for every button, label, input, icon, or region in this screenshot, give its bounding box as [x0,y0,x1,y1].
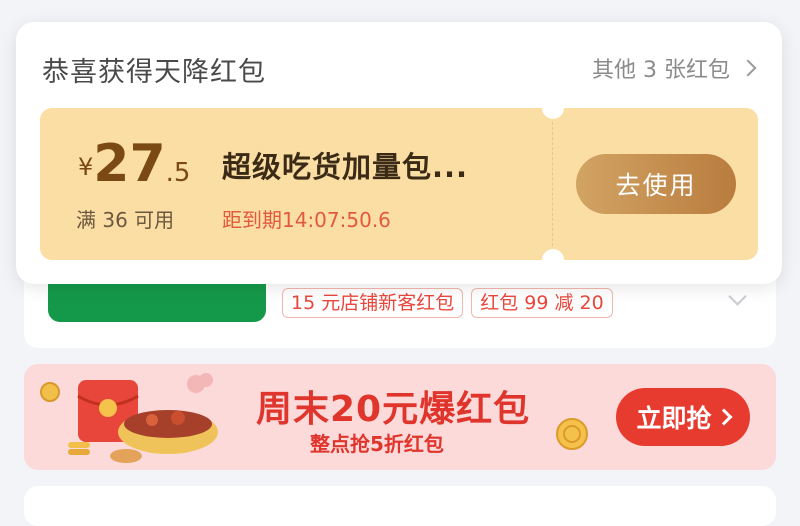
coupon-amount: ¥27.5 [78,134,190,194]
coin-icon [556,418,588,450]
coupon-card[interactable]: ¥27.5 满 36 可用 超级吃货加量包... 距到期14:07:50.6 去… [40,108,758,260]
coupon-divider [552,122,553,246]
chevron-right-icon [739,59,757,77]
chicken-leg-icon [110,449,142,463]
promo-title: 周末20元爆红包 [256,389,531,430]
currency-symbol: ¥ [78,153,94,181]
store-tag-discount: 红包 99 减 20 [471,288,613,318]
other-red-packets-label: 其他 3 张红包 [592,58,730,83]
amount-decimal: .5 [165,158,191,188]
popup-title: 恭喜获得天降红包 [42,57,266,88]
coupon-name: 超级吃货加量包... [222,150,469,184]
grab-now-button[interactable]: 立即抢 [616,388,750,446]
coin-icon [40,382,60,402]
use-coupon-button[interactable]: 去使用 [576,154,736,214]
amount-integer: 27 [93,134,166,194]
coupon-condition: 满 36 可用 [76,208,175,232]
promo-subtitle: 整点抢5折红包 [310,432,444,456]
store-tag-new-customer: 15 元店铺新客红包 [282,288,464,318]
red-packet-food-illustration [40,373,218,463]
coupon-notch-bottom [542,249,564,260]
weekend-promo-banner[interactable]: 周末20元爆红包 整点抢5折红包 立即抢 [24,364,776,470]
next-card [24,486,776,526]
chevron-right-icon [715,408,732,426]
grab-now-label: 立即抢 [636,404,712,433]
coupon-expire-countdown: 距到期14:07:50.6 [222,208,391,232]
store-tags: 15 元店铺新客红包 红包 99 减 20 [282,288,613,318]
red-packet-popup: 恭喜获得天降红包 其他 3 张红包 ¥27.5 满 36 可用 超级吃货加量包.… [16,22,782,284]
other-red-packets-link[interactable]: 其他 3 张红包 [592,52,757,84]
chevron-down-icon[interactable] [728,287,747,306]
coupon-notch-top [542,108,564,119]
